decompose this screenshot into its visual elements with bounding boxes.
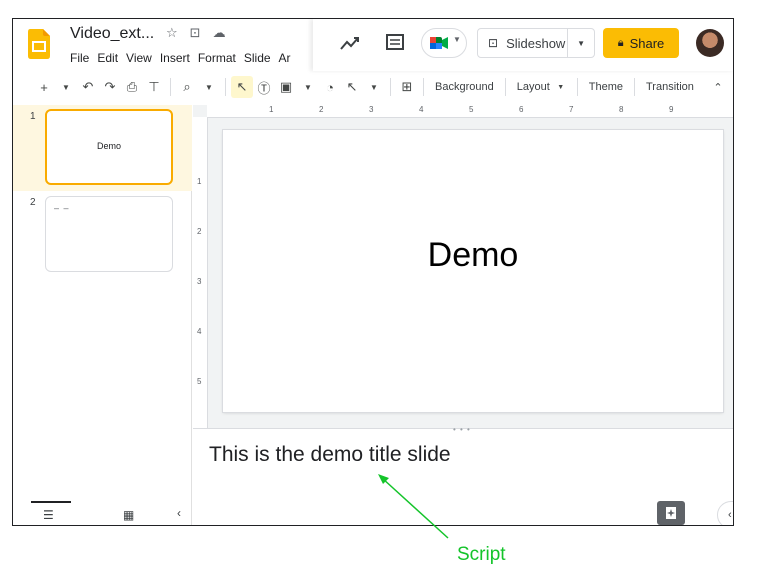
annotation-arrow (378, 474, 449, 539)
annotation-label: Script (457, 544, 506, 565)
